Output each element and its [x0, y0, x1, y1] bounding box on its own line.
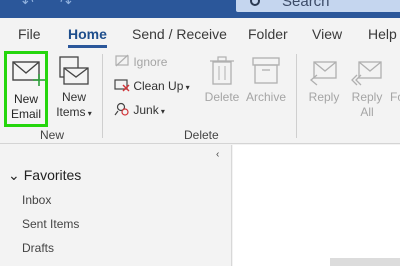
- search-placeholder: Search: [282, 0, 330, 10]
- message-list-pane: [233, 145, 400, 266]
- forward-button[interactable]: Forw: [390, 52, 400, 128]
- reply-button[interactable]: Reply: [304, 52, 344, 128]
- junk-button[interactable]: Junk ▾: [114, 102, 165, 117]
- reply-all-button[interactable]: Reply All: [346, 52, 388, 128]
- reply-icon: [309, 61, 337, 86]
- chevron-down-icon: ▾: [85, 109, 92, 118]
- ribbon-tabs: File Home Send / Receive Folder View Hel…: [0, 18, 400, 50]
- group-divider: [102, 54, 103, 138]
- new-items-label-line1: New: [61, 90, 86, 104]
- reply-all-icon: [351, 61, 382, 86]
- chevron-down-icon: ⌄: [8, 167, 20, 183]
- group-label-delete: Delete: [184, 128, 219, 142]
- reply-all-label-line2: All: [360, 105, 374, 119]
- clean-up-button[interactable]: Clean Up ▾: [114, 78, 190, 93]
- new-items-label-line2: Items: [56, 105, 86, 119]
- reply-label: Reply: [308, 90, 340, 104]
- ignore-button[interactable]: Ignore: [114, 54, 167, 69]
- archive-icon: [252, 57, 280, 84]
- tab-send-receive[interactable]: Send / Receive: [132, 26, 227, 42]
- delete-button[interactable]: Delete: [202, 52, 242, 128]
- junk-label: Junk: [133, 103, 159, 117]
- title-bar: ↶ ↷ Search: [0, 0, 400, 18]
- new-email-label-line1: New: [13, 92, 38, 106]
- new-email-button[interactable]: New Email: [4, 51, 48, 127]
- archive-button[interactable]: Archive: [244, 52, 288, 128]
- new-items-icon: [59, 56, 89, 85]
- folder-pane: ‹ ⌄ Favorites Inbox Sent Items Drafts: [0, 145, 232, 266]
- new-email-icon: [12, 61, 45, 86]
- search-icon: [250, 0, 260, 6]
- redo-icon[interactable]: ↷: [60, 0, 72, 11]
- delete-label: Delete: [204, 90, 240, 104]
- tab-folder[interactable]: Folder: [248, 26, 288, 42]
- favorites-label: Favorites: [23, 167, 82, 183]
- tab-file[interactable]: File: [18, 26, 41, 42]
- group-divider: [296, 54, 297, 138]
- undo-icon[interactable]: ↶: [22, 0, 34, 11]
- chevron-down-icon: ▾: [183, 83, 190, 92]
- favorites-header[interactable]: ⌄ Favorites: [8, 167, 81, 184]
- folder-drafts[interactable]: Drafts: [22, 241, 54, 255]
- clean-up-label: Clean Up: [133, 79, 184, 93]
- folder-sent-items[interactable]: Sent Items: [22, 217, 79, 231]
- scrollbar[interactable]: [330, 258, 400, 266]
- trash-icon: [210, 56, 234, 85]
- new-items-button[interactable]: New Items ▾: [54, 52, 94, 128]
- ignore-label: Ignore: [133, 55, 168, 69]
- reply-all-label-line1: Reply: [351, 90, 383, 104]
- forward-label: Forw: [390, 90, 400, 104]
- new-email-label-line2: Email: [10, 107, 41, 121]
- collapse-pane-icon[interactable]: ‹: [216, 149, 219, 160]
- ignore-icon: [115, 54, 129, 67]
- chevron-down-icon: ▾: [158, 107, 165, 116]
- archive-label: Archive: [245, 90, 286, 104]
- junk-icon: [114, 102, 129, 116]
- tab-home[interactable]: Home: [68, 26, 107, 48]
- search-box[interactable]: Search: [236, 0, 400, 12]
- tab-help[interactable]: Help: [368, 26, 397, 42]
- ribbon: New Email New Items ▾ New Ignore Clean U…: [0, 50, 400, 144]
- group-label-new: New: [40, 128, 65, 142]
- folder-inbox[interactable]: Inbox: [22, 193, 51, 207]
- clean-up-icon: [114, 79, 130, 92]
- tab-view[interactable]: View: [312, 26, 342, 42]
